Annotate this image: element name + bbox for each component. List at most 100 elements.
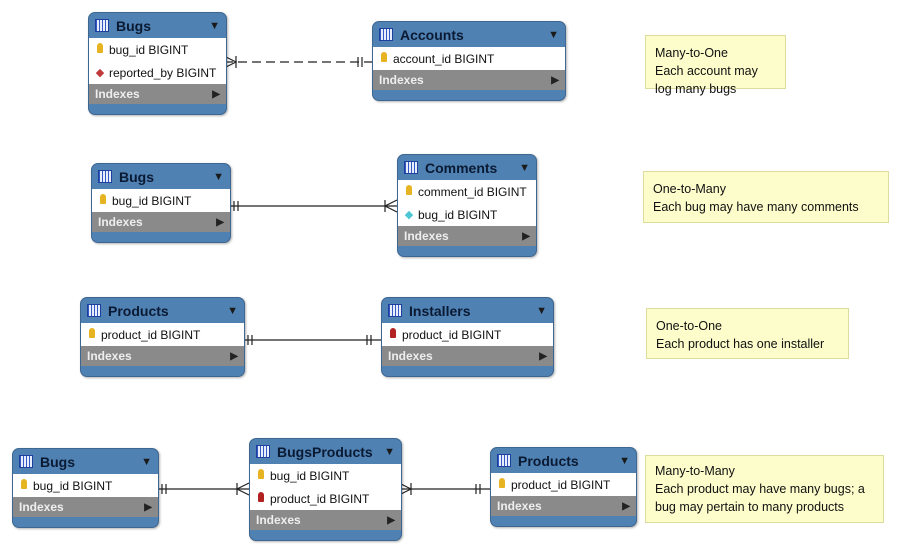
- expand-triangle-icon[interactable]: ▶: [212, 89, 220, 100]
- table-installers[interactable]: Installers ▼ product_id BIGINT Indexes ▶: [381, 297, 554, 377]
- indexes-label: Indexes: [256, 513, 301, 527]
- table-icon: [19, 455, 33, 468]
- table-header[interactable]: Products ▼: [491, 448, 636, 473]
- column-row[interactable]: product_id BIGINT: [491, 473, 636, 496]
- column-row[interactable]: product_id BIGINT: [81, 323, 244, 346]
- collapse-triangle-icon[interactable]: ▼: [213, 171, 224, 183]
- column-label: product_id BIGINT: [511, 477, 611, 492]
- table-footer: [382, 366, 553, 376]
- column-row[interactable]: bug_id BIGINT: [89, 38, 226, 61]
- collapse-triangle-icon[interactable]: ▼: [209, 20, 220, 32]
- relationship-bugs-bugsproducts: [156, 482, 250, 496]
- table-products[interactable]: Products ▼ product_id BIGINT Indexes ▶: [490, 447, 637, 527]
- indexes-label: Indexes: [404, 229, 449, 243]
- expand-triangle-icon[interactable]: ▶: [230, 351, 238, 362]
- table-header[interactable]: BugsProducts ▼: [250, 439, 401, 464]
- table-comments[interactable]: Comments ▼ comment_id BIGINT ◆ bug_id BIGINT…: [397, 154, 537, 257]
- note-many-to-one: Many-to-One Each account may log many bug…: [645, 35, 786, 96]
- table-name: Installers: [409, 302, 471, 319]
- table-icon: [379, 28, 393, 41]
- indexes-section[interactable]: Indexes ▶: [89, 84, 226, 104]
- collapse-triangle-icon[interactable]: ▼: [619, 455, 630, 467]
- indexes-label: Indexes: [19, 500, 64, 514]
- expand-triangle-icon[interactable]: ▶: [522, 231, 530, 242]
- column-row[interactable]: comment_id BIGINT: [398, 180, 536, 203]
- primary-foreign-key-icon: [388, 328, 398, 341]
- table-icon: [256, 445, 270, 458]
- table-header[interactable]: Bugs ▼: [92, 164, 230, 189]
- relationship-bugsproducts-products: [398, 482, 490, 496]
- column-row[interactable]: ◆ reported_by BIGINT: [89, 61, 226, 84]
- indexes-section[interactable]: Indexes ▶: [81, 346, 244, 366]
- note-one-to-one: One-to-One Each product has one installer: [646, 308, 849, 359]
- indexes-label: Indexes: [95, 87, 140, 101]
- column-row[interactable]: ◆ bug_id BIGINT: [398, 203, 536, 226]
- column-label: comment_id BIGINT: [418, 184, 527, 199]
- table-footer: [81, 366, 244, 376]
- table-footer: [398, 246, 536, 256]
- indexes-section[interactable]: Indexes ▶: [398, 226, 536, 246]
- table-header[interactable]: Installers ▼: [382, 298, 553, 323]
- table-footer: [250, 530, 401, 540]
- expand-triangle-icon[interactable]: ▶: [144, 502, 152, 513]
- collapse-triangle-icon[interactable]: ▼: [536, 305, 547, 317]
- column-label: bug_id BIGINT: [33, 478, 113, 493]
- indexes-section[interactable]: Indexes ▶: [491, 496, 636, 516]
- table-header[interactable]: Accounts ▼: [373, 22, 565, 47]
- indexes-label: Indexes: [388, 349, 433, 363]
- table-header[interactable]: Comments ▼: [398, 155, 536, 180]
- collapse-triangle-icon[interactable]: ▼: [519, 162, 530, 174]
- column-row[interactable]: bug_id BIGINT: [13, 474, 158, 497]
- table-bugsproducts[interactable]: BugsProducts ▼ bug_id BIGINT product_id BIG…: [249, 438, 402, 541]
- column-label: bug_id BIGINT: [418, 207, 498, 222]
- collapse-triangle-icon[interactable]: ▼: [384, 446, 395, 458]
- table-accounts[interactable]: Accounts ▼ account_id BIGINT Indexes ▶: [372, 21, 566, 101]
- note-many-to-many: Many-to-Many Each product may have many b…: [645, 455, 884, 523]
- table-name: Products: [518, 452, 579, 469]
- note-title: Many-to-One: [655, 46, 728, 60]
- column-label: reported_by BIGINT: [109, 65, 217, 80]
- indexes-label: Indexes: [87, 349, 132, 363]
- column-row[interactable]: bug_id BIGINT: [250, 464, 401, 487]
- column-row[interactable]: bug_id BIGINT: [92, 189, 230, 212]
- note-title: One-to-One: [656, 319, 723, 333]
- indexes-section[interactable]: Indexes ▶: [92, 212, 230, 232]
- expand-triangle-icon[interactable]: ▶: [216, 217, 224, 228]
- column-diamond-icon: ◆: [404, 209, 414, 221]
- table-bugs[interactable]: Bugs ▼ bug_id BIGINT Indexes ▶: [91, 163, 231, 243]
- table-footer: [13, 517, 158, 527]
- table-bugs[interactable]: Bugs ▼ bug_id BIGINT Indexes ▶: [12, 448, 159, 528]
- column-row[interactable]: account_id BIGINT: [373, 47, 565, 70]
- primary-key-icon: [95, 43, 105, 56]
- column-row[interactable]: product_id BIGINT: [382, 323, 553, 346]
- primary-key-icon: [497, 478, 507, 491]
- expand-triangle-icon[interactable]: ▶: [551, 75, 559, 86]
- expand-triangle-icon[interactable]: ▶: [622, 501, 630, 512]
- collapse-triangle-icon[interactable]: ▼: [548, 29, 559, 41]
- table-icon: [388, 304, 402, 317]
- primary-key-icon: [256, 469, 266, 482]
- column-label: product_id BIGINT: [101, 327, 201, 342]
- table-bugs[interactable]: Bugs ▼ bug_id BIGINT ◆ reported_by BIGINT Ind…: [88, 12, 227, 115]
- table-name: BugsProducts: [277, 443, 373, 460]
- expand-triangle-icon[interactable]: ▶: [539, 351, 547, 362]
- relationship-bugs-comments: [228, 199, 398, 213]
- table-header[interactable]: Products ▼: [81, 298, 244, 323]
- relationship-products-installers: [242, 335, 381, 345]
- indexes-section[interactable]: Indexes ▶: [250, 510, 401, 530]
- column-label: account_id BIGINT: [393, 51, 495, 66]
- table-products[interactable]: Products ▼ product_id BIGINT Indexes ▶: [80, 297, 245, 377]
- indexes-section[interactable]: Indexes ▶: [13, 497, 158, 517]
- column-row[interactable]: product_id BIGINT: [250, 487, 401, 510]
- note-title: One-to-Many: [653, 182, 726, 196]
- note-one-to-many: One-to-Many Each bug may have many commen…: [643, 171, 889, 223]
- table-header[interactable]: Bugs ▼: [13, 449, 158, 474]
- expand-triangle-icon[interactable]: ▶: [387, 515, 395, 526]
- indexes-section[interactable]: Indexes ▶: [382, 346, 553, 366]
- table-footer: [373, 90, 565, 100]
- collapse-triangle-icon[interactable]: ▼: [141, 456, 152, 468]
- collapse-triangle-icon[interactable]: ▼: [227, 305, 238, 317]
- indexes-section[interactable]: Indexes ▶: [373, 70, 565, 90]
- table-header[interactable]: Bugs ▼: [89, 13, 226, 38]
- table-icon: [497, 454, 511, 467]
